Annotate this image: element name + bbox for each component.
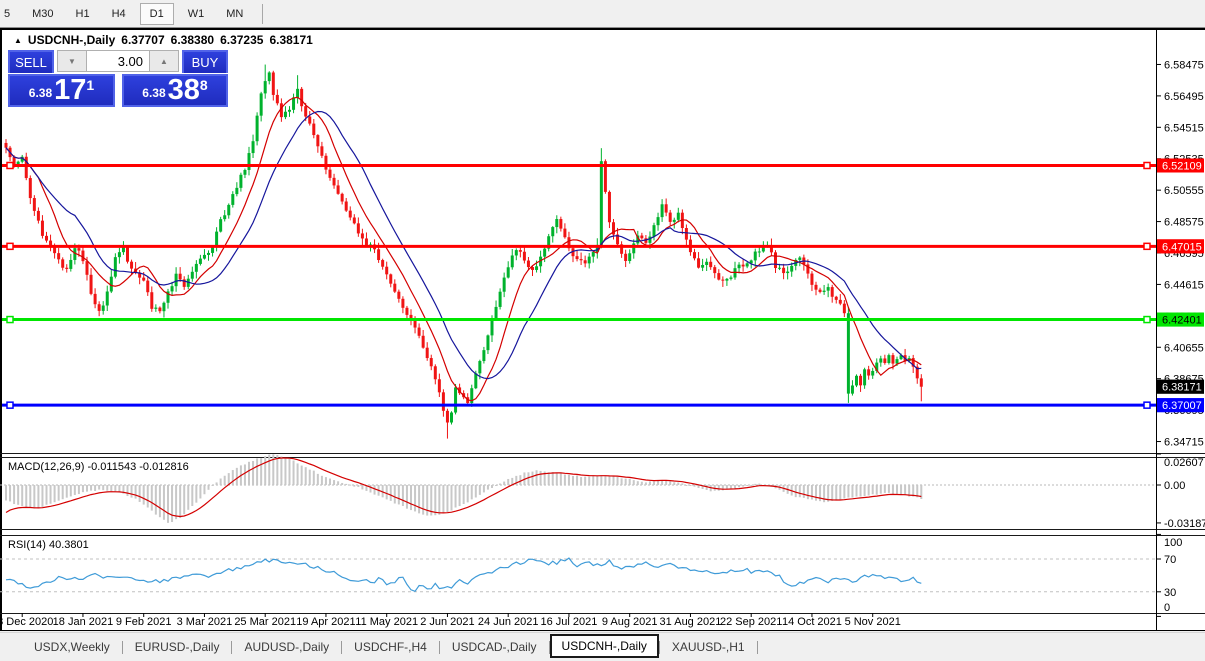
ohlc-open: 6.37707 [121,33,164,47]
hline-handle[interactable] [1144,162,1150,168]
hline-handle[interactable] [1144,243,1150,249]
sell-price-main: 17 [54,77,86,103]
rsi-axis-tick: 0 [1164,602,1170,614]
window-bottom-border [0,630,1205,631]
timeframe-button-m30[interactable]: M30 [24,3,61,25]
window-top-border [0,28,1205,30]
time-axis-label: 22 Sep 2021 [720,616,782,628]
time-axis-label: 14 Oct 2021 [782,616,842,628]
timeframe-button-mn[interactable]: MN [218,3,251,25]
time-axis-label: 3 Mar 2021 [177,616,233,628]
svg-text:6.52109: 6.52109 [1162,160,1202,172]
hline-handle[interactable] [1144,317,1150,323]
chart-tab-eurusd-daily[interactable]: EURUSD-,Daily [123,636,232,658]
time-axis-label: 11 May 2021 [355,616,418,628]
collapse-trade-panel-icon[interactable]: ▲ [14,36,22,45]
chart-symbol-info: ▲ USDCNH-,Daily 6.37707 6.38380 6.37235 … [14,33,313,47]
svg-text:6.38171: 6.38171 [1162,382,1202,394]
chart-background [0,30,1205,630]
chart-tab-bar: USDX,WeeklyEURUSD-,DailyAUDUSD-,DailyUSD… [0,632,1205,661]
hline-handle[interactable] [7,402,13,408]
ohlc-high: 6.38380 [171,33,214,47]
volume-increase-button[interactable]: ▲ [149,50,179,72]
chart-symbol-label: USDCNH-,Daily [28,33,115,47]
chart-tab-xauusd-h1[interactable]: XAUUSD-,H1 [660,636,757,658]
chart-tab-audusd-daily[interactable]: AUDUSD-,Daily [232,636,341,658]
time-axis-label: 9 Aug 2021 [602,616,658,628]
rsi-axis-tick: 30 [1164,587,1176,599]
sell-button[interactable]: SELL [8,50,54,73]
svg-text:6.47015: 6.47015 [1162,241,1202,253]
hline-handle[interactable] [7,162,13,168]
timeframe-button-w1[interactable]: W1 [180,3,213,25]
time-axis-label: 25 Mar 2021 [234,616,296,628]
time-axis-label: 18 Jan 2021 [53,616,114,628]
window-left-border [0,30,2,630]
ohlc-low: 6.37235 [220,33,263,47]
time-axis-label: 24 Jun 2021 [478,616,539,628]
pane-separator [0,529,1205,530]
sell-price-sup: 1 [86,77,94,93]
volume-input[interactable] [87,50,149,72]
mt4-terminal-window: 5 M30 H1 H4 D1 W1MN 6.52109 6.47015 6.42401 6.37… [0,0,1205,661]
time-axis-label: 19 Apr 2021 [296,616,355,628]
pane-separator [0,453,1205,454]
price-axis-tick: 6.48575 [1164,217,1204,229]
hline-handle[interactable] [1144,402,1150,408]
macd-axis-tick: 0.00 [1164,480,1185,492]
buy-price-prefix: 6.38 [142,86,165,100]
sell-price-prefix: 6.38 [29,86,52,100]
volume-decrease-button[interactable]: ▼ [57,50,87,72]
macd-indicator-label: MACD(12,26,9) -0.011543 -0.012816 [8,461,189,473]
volume-stepper: ▼ ▲ [57,50,179,72]
chart-tab-usdcad-daily[interactable]: USDCAD-,Daily [440,636,549,658]
svg-text:6.37007: 6.37007 [1162,400,1202,412]
time-axis-label: 16 Jul 2021 [541,616,598,628]
buy-price-button[interactable]: 6.38 38 8 [122,74,228,107]
tab-separator [757,641,758,654]
hline-handle[interactable] [7,317,13,323]
one-click-trading-panel: SELL ▼ ▲ BUY 6.38 17 1 6.38 38 8 [8,50,228,107]
ohlc-close: 6.38171 [269,33,312,47]
chart-tab-usdcnh-daily[interactable]: USDCNH-,Daily [550,634,659,658]
timeframe-button-d1[interactable]: D1 [140,3,174,25]
chart-tab-usdchf-h4[interactable]: USDCHF-,H4 [342,636,439,658]
timeframe-toolbar: 5 M30 H1 H4 D1 W1MN [0,0,1205,28]
price-axis-tick: 6.34715 [1164,437,1204,449]
buy-price-sup: 8 [200,77,208,93]
pane-separator [0,457,1205,458]
time-axis-label: 2 Jun 2021 [420,616,474,628]
price-axis-line [1156,30,1157,630]
pane-separator [0,535,1205,536]
rsi-axis-tick: 100 [1164,537,1182,549]
macd-axis-tick: -0.03187 [1164,518,1205,530]
timeframe-button-5[interactable]: 5 [0,3,18,25]
sell-price-button[interactable]: 6.38 17 1 [8,74,115,107]
price-axis-tick: 6.54515 [1164,122,1204,134]
price-axis-tick: 6.40655 [1164,342,1204,354]
buy-price-main: 38 [168,77,200,103]
macd-axis-tick: 0.02607 [1164,457,1204,469]
timeframe-button-h1[interactable]: H1 [68,3,98,25]
time-axis-label: 23 Dec 2020 [0,616,53,628]
price-axis-tick: 6.56495 [1164,91,1204,103]
time-axis-label: 9 Feb 2021 [116,616,172,628]
chart-tab-usdx-weekly[interactable]: USDX,Weekly [22,636,122,658]
svg-text:6.42401: 6.42401 [1162,315,1202,327]
price-axis-tick: 6.58475 [1164,59,1204,71]
price-axis-tick: 6.44615 [1164,279,1204,291]
toolbar-separator [262,4,263,24]
timeframe-button-h4[interactable]: H4 [104,3,134,25]
rsi-indicator-label: RSI(14) 40.3801 [8,539,89,551]
price-axis-tick: 6.50555 [1164,185,1204,197]
time-axis-label: 5 Nov 2021 [845,616,901,628]
buy-button[interactable]: BUY [182,50,228,73]
hline-handle[interactable] [7,243,13,249]
rsi-axis-tick: 70 [1164,554,1176,566]
pane-separator [0,613,1205,614]
time-axis-label: 31 Aug 2021 [660,616,722,628]
